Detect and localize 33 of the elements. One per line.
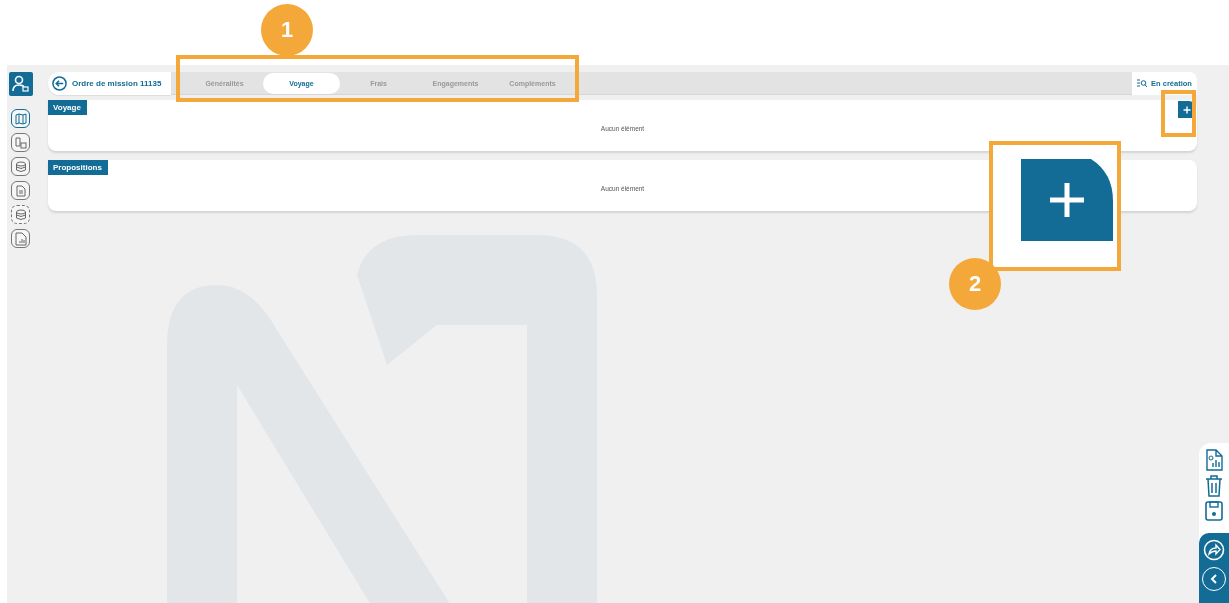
send-button[interactable] (1203, 539, 1225, 561)
coins-icon (14, 208, 27, 221)
sidebar-item[interactable] (11, 181, 30, 200)
section-title: Propositions (48, 160, 108, 175)
user-button[interactable] (8, 72, 33, 96)
report-icon (14, 231, 27, 246)
sidebar-item[interactable] (11, 229, 30, 248)
document-icon (14, 184, 27, 197)
report-icon (1205, 449, 1223, 471)
sidebar-item[interactable] (11, 109, 30, 128)
plus-icon (1182, 105, 1191, 114)
sidebar-item[interactable] (11, 133, 30, 152)
sidebar-item[interactable] (11, 205, 30, 224)
back-button[interactable] (52, 76, 67, 91)
collapse-button[interactable] (1202, 567, 1226, 591)
coins-icon (14, 160, 27, 173)
map-icon (14, 112, 27, 125)
back-arrow-icon (52, 76, 67, 91)
forward-icon (1203, 539, 1225, 561)
save-icon (1205, 501, 1223, 521)
record-title: Ordre de mission 11135 (72, 79, 162, 88)
sidebar-item[interactable] (11, 157, 30, 176)
delete-button[interactable] (1205, 475, 1223, 497)
trash-icon (1205, 475, 1223, 497)
callout-number: 1 (261, 4, 313, 56)
save-button[interactable] (1205, 501, 1223, 521)
report-button[interactable] (1205, 449, 1223, 471)
highlight-frame (1161, 90, 1196, 137)
user-edit-icon (11, 75, 30, 93)
chevron-left-icon (1209, 573, 1219, 585)
section-title: Voyage (48, 100, 87, 115)
map-calendar-icon (14, 136, 27, 149)
list-search-icon (1137, 79, 1149, 88)
